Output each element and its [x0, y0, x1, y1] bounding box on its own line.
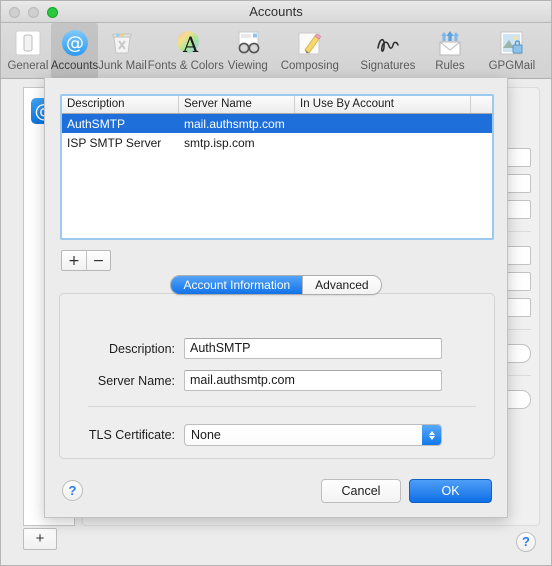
toolbar-label-junk-mail: Junk Mail — [98, 60, 147, 72]
background-help-button[interactable]: ? — [516, 532, 536, 552]
fonts-colors-icon: A — [170, 27, 202, 59]
table-row[interactable]: AuthSMTP mail.authsmtp.com — [62, 114, 492, 133]
cell-server-name: smtp.isp.com — [184, 135, 255, 150]
chevron-up-down-icon[interactable] — [422, 425, 441, 445]
table-row[interactable]: ISP SMTP Server smtp.isp.com — [62, 133, 492, 152]
tab-account-information[interactable]: Account Information — [171, 276, 303, 294]
add-server-button[interactable]: + — [62, 251, 86, 270]
toolbar-item-composing[interactable]: Composing — [271, 23, 349, 79]
tls-certificate-row: TLS Certificate: None — [74, 424, 442, 446]
cancel-button[interactable]: Cancel — [321, 479, 401, 503]
smtp-server-list-sheet: Description Server Name In Use By Accoun… — [44, 78, 508, 518]
toolbar-item-signatures[interactable]: Signatures — [349, 23, 427, 79]
table-header-row: Description Server Name In Use By Accoun… — [62, 96, 492, 114]
account-settings-box: Description: AuthSMTP Server Name: mail.… — [59, 293, 495, 459]
window-titlebar: Accounts — [1, 1, 551, 23]
signatures-script-icon — [372, 27, 404, 59]
screen: Accounts General @ Accounts Junk Mail A … — [0, 0, 552, 566]
window-title: Accounts — [249, 4, 303, 19]
server-name-row: Server Name: mail.authsmtp.com — [74, 370, 442, 391]
description-label: Description: — [109, 341, 175, 356]
accounts-at-icon: @ — [59, 27, 91, 59]
toolbar-label-viewing: Viewing — [227, 60, 268, 72]
rules-envelope-icon — [434, 27, 466, 59]
cell-description: ISP SMTP Server — [67, 135, 162, 150]
cell-description: AuthSMTP — [67, 116, 126, 131]
server-name-input[interactable]: mail.authsmtp.com — [184, 370, 442, 391]
viewing-glasses-icon — [232, 27, 264, 59]
server-name-label: Server Name: — [97, 373, 175, 388]
tls-certificate-value: None — [191, 428, 221, 442]
toolbar-item-gpgmail[interactable]: GPGMail — [473, 23, 551, 79]
tls-certificate-label: TLS Certificate: — [88, 428, 175, 442]
cell-server-name: mail.authsmtp.com — [184, 116, 285, 131]
sheet-help-button[interactable]: ? — [62, 480, 83, 501]
toolbar-item-junk-mail[interactable]: Junk Mail — [98, 23, 147, 79]
column-header-in-use-by-account[interactable]: In Use By Account — [295, 96, 471, 113]
toolbar-item-rules[interactable]: Rules — [427, 23, 473, 79]
toolbar-label-accounts: Accounts — [50, 60, 99, 72]
composing-pencil-icon — [294, 27, 326, 59]
smtp-server-table[interactable]: Description Server Name In Use By Accoun… — [60, 94, 494, 240]
form-separator — [88, 406, 476, 407]
background-add-account-button[interactable]: + — [23, 528, 57, 550]
column-header-extra[interactable] — [471, 96, 492, 113]
toolbar-item-general[interactable]: General — [5, 23, 51, 79]
column-header-description[interactable]: Description — [62, 96, 179, 113]
description-input[interactable]: AuthSMTP — [184, 338, 442, 359]
toolbar-item-fonts-colors[interactable]: A Fonts & Colors — [147, 23, 225, 79]
preferences-toolbar: General @ Accounts Junk Mail A Fonts & C… — [1, 23, 551, 79]
general-icon — [12, 27, 44, 59]
toolbar-item-accounts[interactable]: @ Accounts — [50, 23, 99, 79]
toolbar-label-rules: Rules — [435, 60, 465, 72]
gpgmail-lock-icon — [496, 27, 528, 59]
settings-tab-bar: Account Information Advanced — [45, 275, 507, 295]
tls-certificate-select[interactable]: None — [184, 424, 442, 446]
toolbar-label-gpgmail: GPGMail — [488, 60, 536, 72]
ok-button[interactable]: OK — [409, 479, 492, 503]
toolbar-label-fonts-colors: Fonts & Colors — [147, 60, 224, 72]
column-header-server-name[interactable]: Server Name — [179, 96, 295, 113]
toolbar-label-signatures: Signatures — [360, 60, 416, 72]
junk-mail-trash-icon — [106, 27, 138, 59]
tab-advanced[interactable]: Advanced — [302, 276, 381, 294]
toolbar-label-composing: Composing — [280, 60, 339, 72]
remove-server-button[interactable]: − — [86, 251, 110, 270]
add-remove-server-control: + − — [61, 250, 111, 271]
toolbar-label-general: General — [7, 60, 49, 72]
toolbar-item-viewing[interactable]: Viewing — [225, 23, 271, 79]
svg-text:@: @ — [66, 33, 84, 54]
description-row: Description: AuthSMTP — [74, 338, 442, 359]
svg-text:A: A — [182, 33, 199, 57]
